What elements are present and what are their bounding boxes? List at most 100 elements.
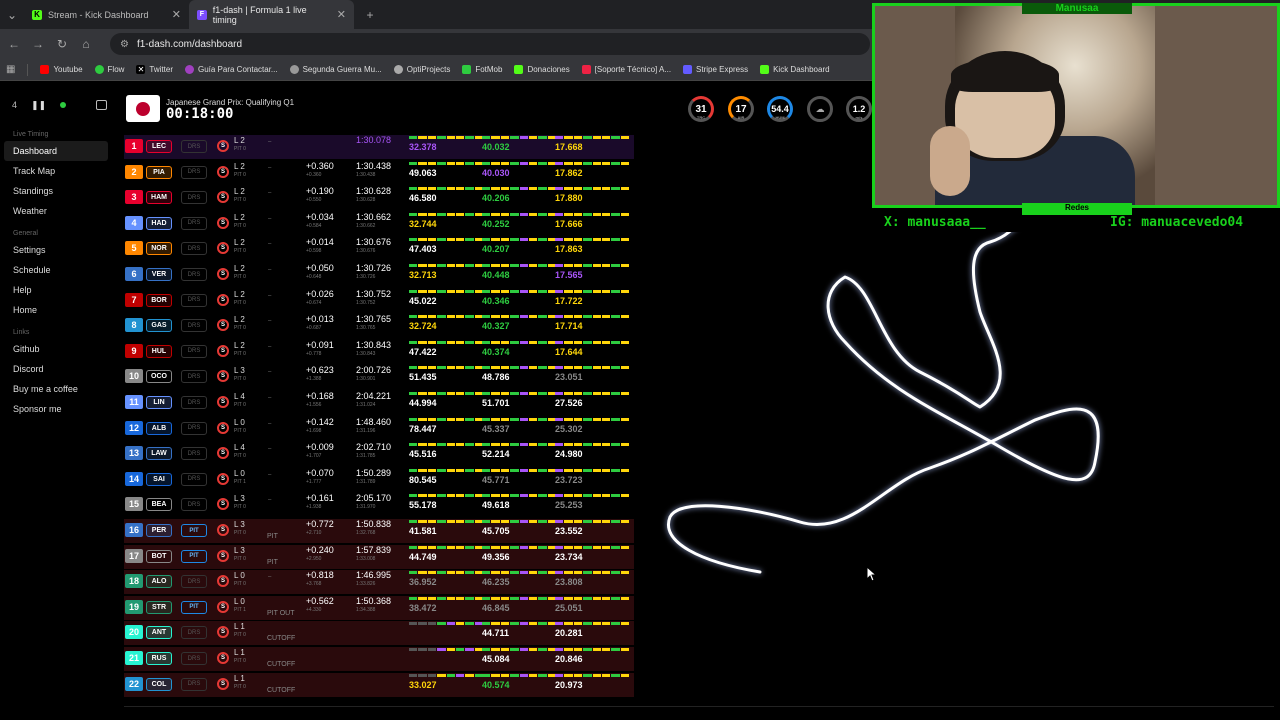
mini-sector: [564, 622, 573, 626]
tab-kick-dashboard[interactable]: K Stream - Kick Dashboard ✕: [24, 0, 189, 29]
mini-sector: [427, 315, 437, 319]
home-icon[interactable]: ⌂: [74, 37, 98, 51]
driver-row[interactable]: 12 ALB DRS S L 0 PIT 0 – +0.142 +1.698 1:48.460 1:…: [124, 417, 634, 441]
driver-row[interactable]: 1 LEC DRS S L 2 PIT 0 – 1:30.078 32.378 40.032 17.…: [124, 135, 634, 159]
sector-time: 23.051: [555, 372, 629, 382]
sidebar-item-buy-coffee[interactable]: Buy me a coffee: [0, 379, 118, 399]
driver-row[interactable]: 15 BEA DRS S L 3 PIT 0 – +0.161 +1.938 2:05.170 1:…: [124, 493, 634, 517]
mini-sector: [519, 161, 528, 165]
sidebar-item-schedule[interactable]: Schedule: [0, 260, 118, 280]
sidebar-item-sponsor[interactable]: Sponsor me: [0, 399, 118, 419]
mini-sector: [446, 443, 455, 447]
mini-sector: [528, 238, 538, 242]
pause-icon[interactable]: ❚❚: [31, 100, 46, 111]
sidebar-item-github[interactable]: Github: [0, 339, 118, 359]
sidebar-item-weather[interactable]: Weather: [0, 201, 118, 221]
sidebar-item-standings[interactable]: Standings: [0, 181, 118, 201]
driver-row[interactable]: 2 PIA DRS S L 2 PIT 0 – +0.360 +0.360 1:30.438 1:3…: [124, 161, 634, 185]
driver-row[interactable]: 14 SAI DRS S L 0 PIT 1 – +0.070 +1.777 1:50.289 1:…: [124, 468, 634, 492]
track-temp-gauge: 31 TRC: [688, 96, 714, 122]
driver-row[interactable]: 16 PER PIT S L 3 PIT 0 PIT +0.772 +2.710 1:50.838…: [124, 519, 634, 543]
mini-sector: [491, 212, 500, 216]
driver-row[interactable]: 11 LIN DRS S L 4 PIT 0 – +0.168 +1.556 2:04.221 1:…: [124, 391, 634, 415]
close-icon[interactable]: ✕: [172, 8, 181, 21]
driver-row[interactable]: 4 HAD DRS S L 2 PIT 0 – +0.034 +0.584 1:30.662 1:3…: [124, 212, 634, 236]
driver-row[interactable]: 13 LAW DRS S L 4 PIT 0 – +0.009 +1.707 2:02.710 1:…: [124, 442, 634, 466]
address-bar[interactable]: ⚙ f1-dash.com/dashboard: [110, 33, 870, 55]
mini-sector: [446, 366, 455, 370]
driver-row[interactable]: 20 ANT DRS S L 1 PIT 0 CUTOFF 44.711 20.281: [124, 621, 634, 646]
sidebar-item-home[interactable]: Home: [0, 300, 118, 320]
gauge-label: HUM: [775, 115, 785, 120]
bookmark-twitter[interactable]: ✕ Twitter: [136, 65, 173, 74]
sidebar-item-help[interactable]: Help: [0, 280, 118, 300]
sector-time-value: 40.030: [482, 167, 510, 178]
lap-count: L 0: [234, 468, 245, 478]
mini-sector: [500, 417, 510, 421]
driver-row[interactable]: 5 NOR DRS S L 2 PIT 0 – +0.014 +0.598 1:30.676 1:3…: [124, 237, 634, 261]
tab-f1-dash[interactable]: F f1-dash | Formula 1 live timing ✕: [189, 0, 354, 29]
tab-search-icon[interactable]: ⌄: [0, 8, 24, 22]
sector-2: 40.207: [482, 238, 556, 260]
drs-indicator: DRS: [181, 652, 207, 665]
back-icon[interactable]: ←: [2, 37, 26, 51]
sector-2: 45.084: [482, 648, 556, 670]
bookmark-stripe[interactable]: Stripe Express: [683, 65, 748, 74]
bookmark-kick-dashboard[interactable]: Kick Dashboard: [760, 65, 830, 74]
mini-sector: [564, 187, 573, 191]
driver-code-badge: LEC: [146, 140, 172, 153]
reload-icon[interactable]: ↻: [50, 37, 74, 51]
bookmark-soporte[interactable]: [Soporte Técnico] A...: [581, 65, 671, 74]
sidebar-item-track-map[interactable]: Track Map: [0, 161, 118, 181]
mini-sector: [409, 494, 418, 498]
sidebar-toggle-icon[interactable]: [96, 100, 108, 110]
driver-row[interactable]: 3 HAM DRS S L 2 PIT 0 – +0.190 +0.550 1:30.628 1:3…: [124, 186, 634, 210]
bookmark-guia[interactable]: Guía Para Contactar...: [184, 65, 278, 74]
sector-3: 17.862: [555, 161, 629, 184]
bookmark-optiprojects[interactable]: OptiProjects: [393, 65, 450, 74]
driver-row[interactable]: 10 OCO DRS S L 3 PIT 0 – +0.623 +1.388 2:00.726 1:…: [124, 365, 634, 389]
mini-sectors: [482, 622, 556, 626]
tyre-compound-icon: S: [217, 524, 229, 536]
bookmark-segunda-guerra[interactable]: Segunda Guerra Mu...: [289, 65, 382, 74]
bookmark-donaciones[interactable]: Donaciones: [514, 65, 570, 74]
mini-sector: [519, 622, 528, 626]
delay-count[interactable]: 4: [12, 100, 17, 110]
driver-code-badge: STR: [146, 600, 172, 614]
bookmark-flow[interactable]: Flow: [94, 65, 124, 74]
site-info-icon[interactable]: ⚙: [120, 39, 129, 50]
sidebar-item-discord[interactable]: Discord: [0, 359, 118, 379]
mini-sector: [555, 494, 564, 498]
driver-row[interactable]: 21 RUS DRS S L 1 PIT 0 CUTOFF 45.084 20.846: [124, 647, 634, 671]
sector-time: 40.206: [482, 193, 556, 203]
mini-sector: [409, 212, 418, 216]
mini-sector: [437, 392, 446, 395]
mini-sector: [500, 136, 510, 139]
sector-time-value: 49.618: [482, 500, 510, 511]
mini-sector: [611, 571, 620, 575]
driver-row[interactable]: 7 BOR DRS S L 2 PIT 0 – +0.026 +0.674 1:30.752 1:3…: [124, 289, 634, 313]
best-lap: 1:30.676 1:30.676: [356, 238, 391, 256]
driver-row[interactable]: 8 GAS DRS S L 2 PIT 0 – +0.013 +0.687 1:30.765 1:3…: [124, 314, 634, 338]
driver-row[interactable]: 17 BOT PIT S L 3 PIT 0 PIT +0.240 +2.950 1:57.839…: [124, 544, 634, 569]
driver-row[interactable]: 9 HUL DRS S L 2 PIT 0 – +0.091 +0.778 1:30.843 1:3…: [124, 340, 634, 364]
forward-icon[interactable]: →: [26, 37, 50, 51]
sidebar-item-settings[interactable]: Settings: [0, 240, 118, 260]
close-icon[interactable]: ✕: [337, 8, 346, 21]
mini-sector: [427, 187, 437, 191]
sector-time-value: 52.214: [482, 449, 510, 460]
driver-row[interactable]: 6 VER DRS S L 2 PIT 0 – +0.050 +0.648 1:30.726 1:3…: [124, 263, 634, 287]
new-tab-icon[interactable]: +: [358, 8, 382, 22]
bookmark-fotmob[interactable]: FotMob: [462, 65, 502, 74]
mini-sector: [465, 468, 474, 472]
apps-icon[interactable]: ▦: [6, 64, 15, 75]
driver-row[interactable]: 19 STR PIT S L 0 PIT 1 PIT OUT +0.562 +4.330 1:50…: [124, 595, 634, 620]
mini-sector: [409, 648, 418, 651]
bookmark-youtube[interactable]: Youtube: [40, 65, 83, 74]
driver-row[interactable]: 18 ALO DRS S L 0 PIT 0 – +0.818 +3.768 1:46.995 1:…: [124, 570, 634, 595]
position-badge: 17: [125, 548, 143, 563]
gap-leader-value: +3.768: [306, 581, 322, 588]
driver-row[interactable]: 22 COL DRS S L 1 PIT 0 CUTOFF 33.027 40.574 20.97…: [124, 672, 634, 697]
sidebar-item-dashboard[interactable]: Dashboard: [4, 141, 108, 161]
mini-sector: [500, 648, 510, 651]
